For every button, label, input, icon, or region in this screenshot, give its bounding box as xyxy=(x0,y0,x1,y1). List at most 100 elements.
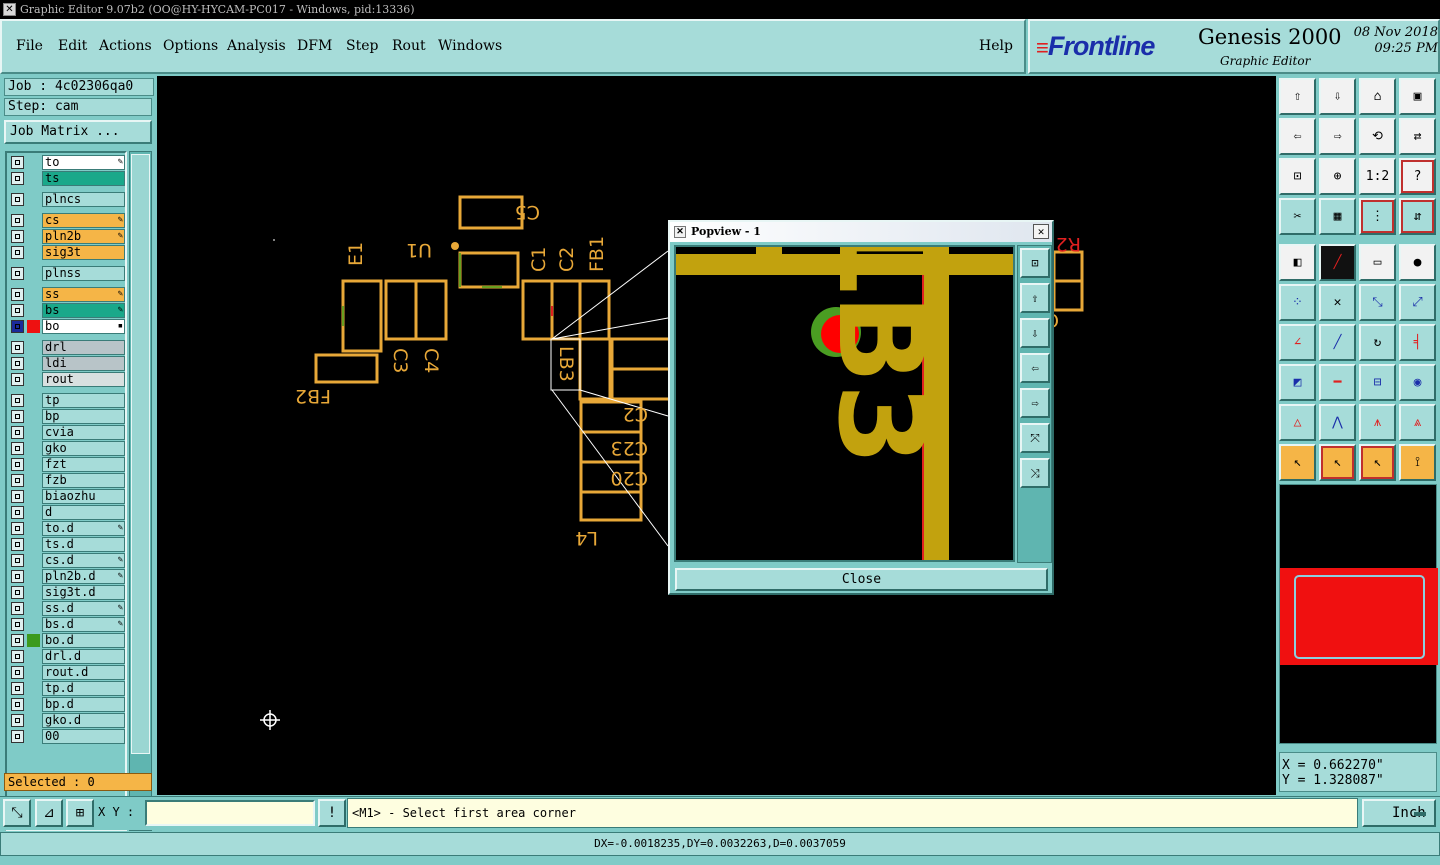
delete-node-icon[interactable]: ✕ xyxy=(1319,284,1356,321)
dot-select-icon[interactable]: ● xyxy=(1399,244,1436,281)
layer-name[interactable]: ss xyxy=(42,287,125,302)
layer-name[interactable]: fzt xyxy=(42,457,125,472)
layer-row[interactable]: ss.d ✎ xyxy=(9,601,125,616)
layer-row[interactable]: drl xyxy=(9,340,125,355)
layer-name[interactable]: ts.d xyxy=(42,537,125,552)
layer-checkbox[interactable] xyxy=(11,156,24,169)
layer-row[interactable]: plnss xyxy=(9,266,125,281)
menu-options[interactable]: Options xyxy=(163,38,218,54)
layer-row[interactable]: gko xyxy=(9,441,125,456)
layer-row[interactable]: bo ▪ xyxy=(9,319,125,334)
layer-checkbox[interactable] xyxy=(11,172,24,185)
layer-name[interactable]: pln2b.d xyxy=(42,569,125,584)
menu-edit[interactable]: Edit xyxy=(58,38,87,54)
layer-name[interactable]: bs.d xyxy=(42,617,125,632)
arch-tool-icon[interactable]: ⩚ xyxy=(1359,404,1396,441)
layer-checkbox[interactable] xyxy=(11,538,24,551)
layer-row[interactable]: pln2b.d ✎ xyxy=(9,569,125,584)
dimension-icon[interactable]: ⊟ xyxy=(1359,364,1396,401)
layer-checkbox[interactable] xyxy=(11,506,24,519)
zoom-in-icon[interactable]: ⤧ xyxy=(1020,423,1050,453)
layer-row[interactable]: sig3t.d xyxy=(9,585,125,600)
rotate-icon[interactable]: ⟲ xyxy=(1359,118,1396,155)
pan-left-icon[interactable]: ⇦ xyxy=(1020,353,1050,383)
select-outline-pointer-icon[interactable]: ↖ xyxy=(1359,444,1396,481)
layer-name[interactable]: bp xyxy=(42,409,125,424)
grid-icon[interactable]: ▦ xyxy=(1319,198,1356,235)
snap-grid-icon[interactable]: ⊿ xyxy=(35,799,63,827)
layer-checkbox[interactable] xyxy=(11,682,24,695)
layer-row[interactable]: fzt xyxy=(9,457,125,472)
layer-name[interactable]: bs xyxy=(42,303,125,318)
layer-name[interactable]: drl xyxy=(42,340,125,355)
layer-checkbox[interactable] xyxy=(11,634,24,647)
pan-right-icon[interactable]: ⇨ xyxy=(1020,388,1050,418)
menu-help[interactable]: Help xyxy=(979,38,1013,54)
viewport-indicator[interactable] xyxy=(1294,575,1425,659)
triangle-tool-icon[interactable]: △ xyxy=(1279,404,1316,441)
select-pointer-icon[interactable]: ↖ xyxy=(1279,444,1316,481)
pad-c5[interactable] xyxy=(458,195,524,230)
layer-row[interactable]: ts.d xyxy=(9,537,125,552)
layer-checkbox[interactable] xyxy=(11,666,24,679)
layer-row[interactable]: rout xyxy=(9,372,125,387)
horizontal-line-icon[interactable]: ━ xyxy=(1319,364,1356,401)
layer-toggle-icon[interactable]: ⋮ xyxy=(1359,198,1396,235)
pad-lb3[interactable] xyxy=(578,337,612,401)
layer-checkbox[interactable] xyxy=(11,288,24,301)
layer-name[interactable]: cs xyxy=(42,213,125,228)
layer-name[interactable]: ts xyxy=(42,171,125,186)
scale-1-2-button[interactable]: 1:2 xyxy=(1359,158,1396,195)
arc-icon[interactable]: ↻ xyxy=(1359,324,1396,361)
layer-row[interactable]: ts xyxy=(9,171,125,186)
line-draw-icon[interactable]: ╱ xyxy=(1319,244,1356,281)
layer-row[interactable]: bp.d xyxy=(9,697,125,712)
scrollbar-thumb[interactable] xyxy=(131,154,150,754)
layer-row[interactable]: ldi xyxy=(9,356,125,371)
layer-checkbox[interactable] xyxy=(11,554,24,567)
snap-center-icon[interactable]: ⊞ xyxy=(66,799,94,827)
help-tool-button[interactable]: ? xyxy=(1399,158,1436,195)
menu-dfm[interactable]: DFM xyxy=(297,38,332,54)
layer-row[interactable]: fzb xyxy=(9,473,125,488)
layer-checkbox[interactable] xyxy=(11,320,24,333)
pad-e1[interactable] xyxy=(341,279,383,353)
pad-select-icon[interactable]: ◩ xyxy=(1279,364,1316,401)
layer-row[interactable]: bs.d ✎ xyxy=(9,617,125,632)
layer-checkbox[interactable] xyxy=(11,714,24,727)
layer-name[interactable]: to.d xyxy=(42,521,125,536)
measure-tool-icon[interactable]: ✂ xyxy=(1279,198,1316,235)
layer-checkbox[interactable] xyxy=(11,426,24,439)
zoom-fit-icon[interactable]: ⊡ xyxy=(1020,248,1050,278)
layer-name[interactable]: rout xyxy=(42,372,125,387)
pan-down-icon[interactable]: ⇩ xyxy=(1020,318,1050,348)
layer-name[interactable]: d xyxy=(42,505,125,520)
layer-row[interactable]: biaozhu xyxy=(9,489,125,504)
popview-titlebar[interactable]: ✕ Popview - 1 xyxy=(670,222,1052,242)
layer-name[interactable]: 00 xyxy=(42,729,125,744)
layer-name[interactable]: bp.d xyxy=(42,697,125,712)
shapes-icon[interactable]: ◉ xyxy=(1399,364,1436,401)
menu-actions[interactable]: Actions xyxy=(99,38,152,54)
pad-fb2[interactable] xyxy=(314,353,379,384)
net-select-icon[interactable]: ⟟ xyxy=(1399,444,1436,481)
layer-name[interactable]: drl.d xyxy=(42,649,125,664)
layer-name[interactable]: sig3t.d xyxy=(42,585,125,600)
layer-checkbox[interactable] xyxy=(11,522,24,535)
layer-name[interactable]: tp xyxy=(42,393,125,408)
layer-checkbox[interactable] xyxy=(11,730,24,743)
zoom-out-icon[interactable]: ⤨ xyxy=(1020,458,1050,488)
step-down-icon[interactable]: ⇩ xyxy=(1319,78,1356,115)
layer-row[interactable]: drl.d xyxy=(9,649,125,664)
layer-checkbox[interactable] xyxy=(11,586,24,599)
xy-input[interactable] xyxy=(145,800,315,826)
menu-analysis[interactable]: Analysis xyxy=(227,38,286,54)
layer-checkbox[interactable] xyxy=(11,394,24,407)
popview-zoom-view[interactable]: LB3 xyxy=(674,245,1015,562)
menu-step[interactable]: Step xyxy=(346,38,378,54)
layer-row[interactable]: pln2b ✎ xyxy=(9,229,125,244)
layer-name[interactable]: ss.d xyxy=(42,601,125,616)
slash-line-icon[interactable]: ╱ xyxy=(1319,324,1356,361)
layer-checkbox[interactable] xyxy=(11,214,24,227)
zoom-home-icon[interactable]: ⊡ xyxy=(1279,158,1316,195)
